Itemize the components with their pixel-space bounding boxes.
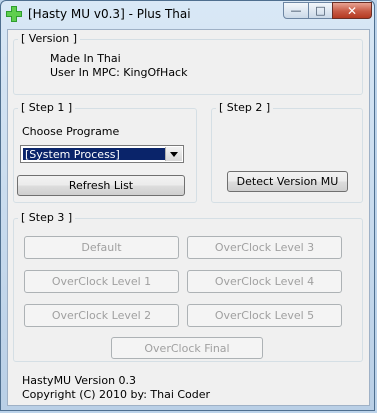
version-group-label: [ Version ] <box>18 32 81 45</box>
version-group: [ Version ] Made In Thai User In MPC: Ki… <box>13 32 363 95</box>
overclock-level4-button[interactable]: OverClock Level 4 <box>187 270 342 293</box>
overclock-level5-button[interactable]: OverClock Level 5 <box>187 304 342 327</box>
user-text: User In MPC: KingOfHack <box>50 66 188 79</box>
overclock-level1-button[interactable]: OverClock Level 1 <box>24 270 179 293</box>
default-button[interactable]: Default <box>24 236 179 259</box>
minimize-icon: — <box>290 4 302 17</box>
step2-group-label: [ Step 2 ] <box>216 101 274 114</box>
process-select-value: [System Process] <box>23 148 165 161</box>
title-bar[interactable]: [Hasty MU v0.3] - Plus Thai — □ ✕ <box>1 1 374 29</box>
step2-group: [ Step 2 ] Detect Version MU <box>211 101 363 203</box>
choose-program-label: Choose Programe <box>22 125 120 138</box>
maximize-icon: □ <box>315 4 326 17</box>
refresh-list-button[interactable]: Refresh List <box>17 175 185 196</box>
version-footer-text: HastyMU Version 0.3 <box>22 374 137 387</box>
overclock-level3-button[interactable]: OverClock Level 3 <box>187 236 342 259</box>
step1-group-label: [ Step 1 ] <box>18 101 76 114</box>
copyright-text: Copyright (C) 2010 by: Thai Coder <box>22 388 211 401</box>
minimize-button[interactable]: — <box>283 2 309 19</box>
overclock-level2-button[interactable]: OverClock Level 2 <box>24 304 179 327</box>
overclock-final-button[interactable]: OverClock Final <box>111 337 263 359</box>
step3-group: [ Step 3 ] Default OverClock Level 3 Ove… <box>13 211 363 362</box>
close-button[interactable]: ✕ <box>332 2 372 19</box>
app-window: [Hasty MU v0.3] - Plus Thai — □ ✕ [ Vers… <box>0 0 375 411</box>
process-select[interactable]: [System Process] <box>20 145 184 163</box>
dropdown-arrow-icon[interactable] <box>165 147 182 161</box>
maximize-button[interactable]: □ <box>308 2 333 19</box>
detect-version-button[interactable]: Detect Version MU <box>227 171 348 192</box>
app-plus-icon <box>6 6 22 22</box>
window-title: [Hasty MU v0.3] - Plus Thai <box>28 7 191 21</box>
made-in-text: Made In Thai <box>50 52 121 65</box>
client-area: [ Version ] Made In Thai User In MPC: Ki… <box>7 29 370 406</box>
close-icon: ✕ <box>346 3 358 18</box>
step1-group: [ Step 1 ] Choose Programe [System Proce… <box>13 101 197 203</box>
step3-group-label: [ Step 3 ] <box>18 211 76 224</box>
